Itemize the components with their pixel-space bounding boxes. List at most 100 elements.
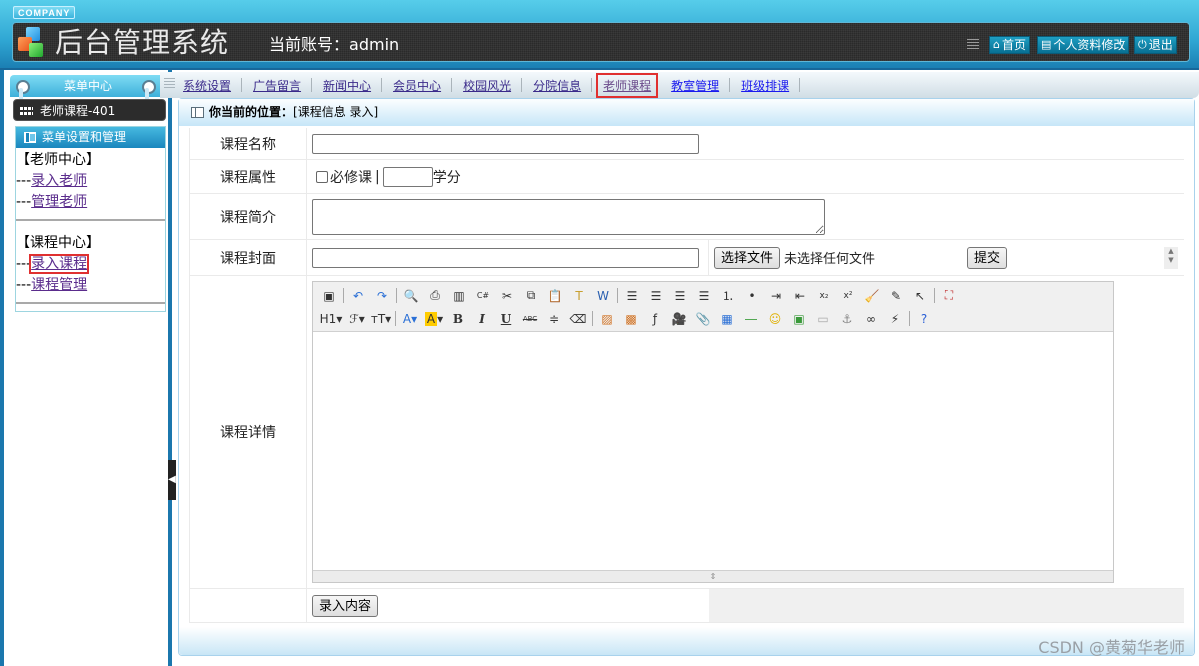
align-justify-icon[interactable]: ☰ xyxy=(692,286,716,306)
anchor-icon[interactable]: ⚓ xyxy=(835,309,859,329)
group-title: 【老师中心】 xyxy=(16,152,100,168)
main-panel: 你当前的位置：[课程信息 录入] 课程名称 课程属性 必修课 | 学分 课程简介… xyxy=(178,98,1195,656)
tab-ads-messages[interactable]: 广告留言 xyxy=(250,77,304,94)
image-icon[interactable]: ▨ xyxy=(595,309,619,329)
panel-icon xyxy=(191,107,204,118)
frame-scroll-arrows[interactable]: ▲ ▼ xyxy=(1164,246,1178,269)
tab-member-center[interactable]: 会员中心 xyxy=(390,77,444,94)
heading-icon[interactable]: H1▾ xyxy=(317,309,345,329)
indent-icon[interactable]: ⇥ xyxy=(764,286,788,306)
tab-news-center[interactable]: 新闻中心 xyxy=(320,77,374,94)
top-nav: 系统设置 广告留言 新闻中心 会员中心 校园风光 分院信息 老师课程 教室管理 … xyxy=(160,72,1199,98)
menu-lines-icon[interactable] xyxy=(967,39,979,49)
help-icon[interactable]: ? xyxy=(912,309,936,329)
redo-icon[interactable]: ↷ xyxy=(370,286,394,306)
form-row-name: 课程名称 xyxy=(189,128,1184,160)
tab-classroom-management[interactable]: 教室管理 xyxy=(668,77,722,94)
font-size-icon[interactable]: ᴛT▾ xyxy=(369,309,393,329)
emoticon-icon[interactable]: ☺ xyxy=(763,309,787,329)
unordered-list-icon[interactable]: • xyxy=(740,286,764,306)
menu-link-manage-teacher[interactable]: 管理老师 xyxy=(31,194,87,210)
template-icon[interactable]: ▥ xyxy=(447,286,471,306)
paste-text-icon[interactable]: T xyxy=(567,286,591,306)
menu-box-header: 菜单设置和管理 xyxy=(16,127,165,148)
horizontal-rule-icon[interactable]: ― xyxy=(739,309,763,329)
quick-format-icon[interactable]: ✎ xyxy=(884,286,908,306)
tab-branch-info[interactable]: 分院信息 xyxy=(530,77,584,94)
page-break-icon[interactable]: ▭ xyxy=(811,309,835,329)
logo-cubes-icon xyxy=(17,27,49,59)
form-row-submit: 录入内容 xyxy=(189,589,1184,623)
fullscreen-icon[interactable]: ⛶ xyxy=(937,286,961,306)
map-icon[interactable]: ▣ xyxy=(787,309,811,329)
sidebar-collapse-handle[interactable]: ◀ xyxy=(168,460,176,500)
align-center-icon[interactable]: ☰ xyxy=(644,286,668,306)
course-name-input[interactable] xyxy=(312,133,699,154)
menu-item: ---管理老师 xyxy=(16,194,88,210)
credit-input[interactable] xyxy=(382,166,433,187)
superscript-icon[interactable]: x² xyxy=(836,286,860,306)
font-color-icon[interactable]: A▾ xyxy=(398,309,422,329)
menu-group-teacher: 【老师中心】 ---录入老师 ---管理老师 xyxy=(16,148,165,221)
italic-icon[interactable]: I xyxy=(470,309,494,329)
home-icon: ⌂ xyxy=(993,38,1000,51)
tab-system-settings[interactable]: 系统设置 xyxy=(180,77,234,94)
cut-icon[interactable]: ✂ xyxy=(495,286,519,306)
menu-link-add-course[interactable]: 录入课程 xyxy=(29,254,90,274)
source-icon[interactable]: ▣ xyxy=(317,286,341,306)
required-course-checkbox[interactable] xyxy=(316,170,328,183)
home-button[interactable]: ⌂ 首页 xyxy=(989,36,1030,54)
undo-icon[interactable]: ↶ xyxy=(346,286,370,306)
highlight-color-icon[interactable]: A ▾ xyxy=(422,309,446,329)
course-form: 课程名称 课程属性 必修课 | 学分 课程简介 课程封面 选择文件 未选择任何文… xyxy=(189,128,1184,623)
tab-class-scheduling[interactable]: 班级排课 xyxy=(738,77,792,94)
editor-content-area[interactable] xyxy=(313,332,1113,570)
bold-icon[interactable]: B xyxy=(446,309,470,329)
editor-resize-handle[interactable]: ⇕ xyxy=(313,570,1113,582)
tab-teacher-course[interactable]: 老师课程 xyxy=(596,72,659,98)
clear-format-broom-icon[interactable]: 🧹 xyxy=(860,286,884,306)
profile-edit-button[interactable]: ▤ 个人资料修改 xyxy=(1037,36,1130,54)
preview-icon[interactable]: 🔍 xyxy=(399,286,423,306)
account-name: admin xyxy=(349,35,400,54)
align-left-icon[interactable]: ☰ xyxy=(620,286,644,306)
unlink-icon[interactable]: ⚡ xyxy=(883,309,907,329)
multi-image-icon[interactable]: ▩ xyxy=(619,309,643,329)
code-icon[interactable]: C# xyxy=(471,286,495,306)
logout-button[interactable]: ⏻ 退出 xyxy=(1134,36,1177,54)
submit-content-button[interactable]: 录入内容 xyxy=(312,594,379,617)
subscript-icon[interactable]: x₂ xyxy=(812,286,836,306)
power-icon: ⏻ xyxy=(1138,38,1147,51)
select-all-cursor-icon[interactable]: ↖ xyxy=(908,286,932,306)
menu-link-manage-course[interactable]: 课程管理 xyxy=(31,277,87,293)
line-height-icon[interactable]: ≑ xyxy=(542,309,566,329)
copy-icon[interactable]: ⧉ xyxy=(519,286,543,306)
course-intro-textarea[interactable] xyxy=(312,198,825,235)
account-label: 当前账号： xyxy=(269,35,350,54)
print-icon[interactable]: ⎙ xyxy=(423,286,447,306)
underline-icon[interactable]: U xyxy=(494,309,518,329)
menu-box: 菜单设置和管理 【老师中心】 ---录入老师 ---管理老师 【课程中心】 --… xyxy=(15,126,166,312)
form-row-cover: 课程封面 选择文件 未选择任何文件 提交 ▲ ▼ xyxy=(189,240,1184,276)
align-right-icon[interactable]: ☰ xyxy=(668,286,692,306)
paste-icon[interactable]: 📋 xyxy=(543,286,567,306)
flash-icon[interactable]: ƒ xyxy=(643,309,667,329)
choose-file-button[interactable]: 选择文件 xyxy=(714,246,781,269)
course-cover-input[interactable] xyxy=(312,247,699,268)
video-icon[interactable]: 🎥 xyxy=(667,309,691,329)
ordered-list-icon[interactable]: ⒈ xyxy=(716,286,740,306)
attachment-icon[interactable]: 📎 xyxy=(691,309,715,329)
font-family-icon[interactable]: ℱ▾ xyxy=(345,309,369,329)
app-header: COMPANY 后台管理系统 当前账号：admin ⌂ 首页 ▤ 个人资料修改 ⏻ 退… xyxy=(0,0,1199,70)
strikethrough-icon[interactable]: ABC xyxy=(518,309,542,329)
title-bar: 后台管理系统 当前账号：admin ⌂ 首页 ▤ 个人资料修改 ⏻ 退出 xyxy=(12,22,1190,62)
tab-campus-scenery[interactable]: 校园风光 xyxy=(460,77,514,94)
link-icon[interactable]: ∞ xyxy=(859,309,883,329)
required-course-label: 必修课 xyxy=(330,169,372,186)
paste-word-icon[interactable]: W xyxy=(591,286,615,306)
upload-submit-button[interactable]: 提交 xyxy=(967,246,1008,269)
table-icon[interactable]: ▦ xyxy=(715,309,739,329)
eraser-icon[interactable]: ⌫ xyxy=(566,309,590,329)
menu-link-add-teacher[interactable]: 录入老师 xyxy=(31,173,87,189)
outdent-icon[interactable]: ⇤ xyxy=(788,286,812,306)
